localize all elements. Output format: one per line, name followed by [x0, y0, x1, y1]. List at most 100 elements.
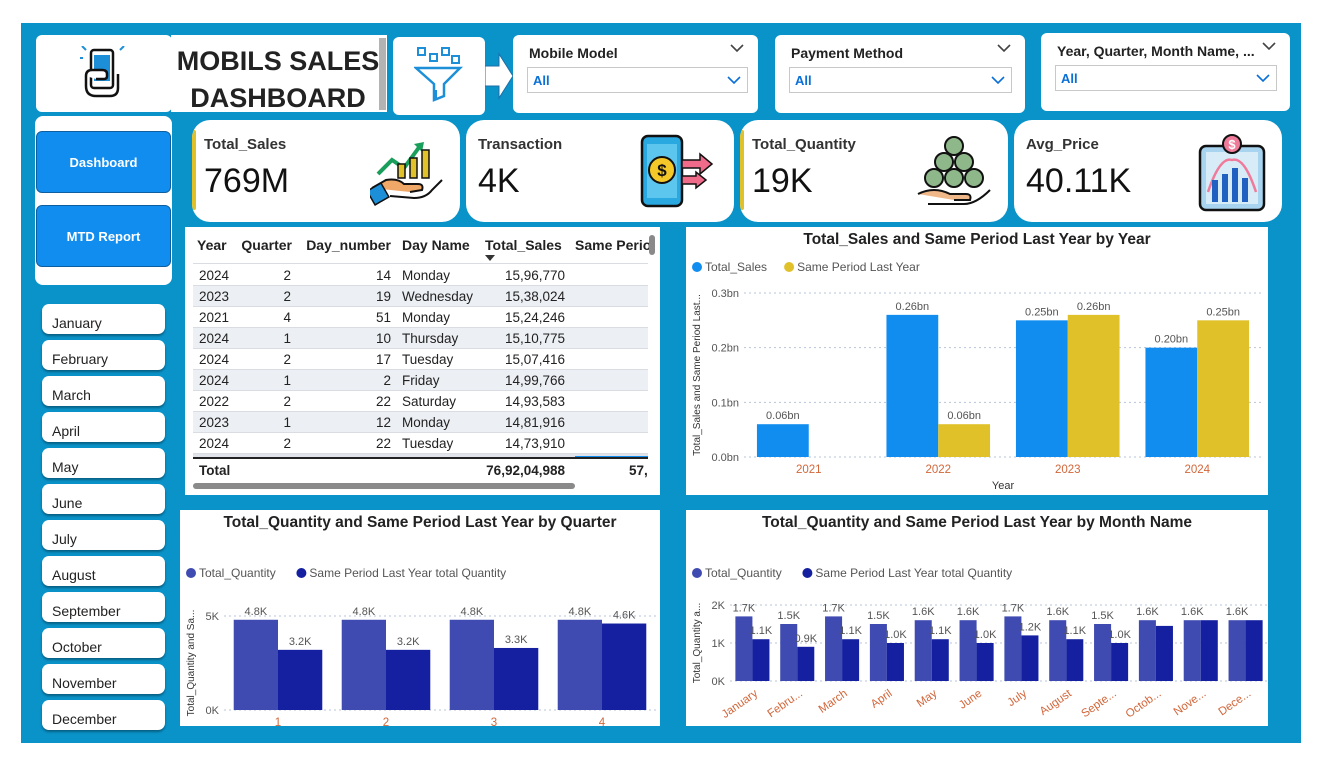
- table-total-sales: 76,92,04,988: [486, 463, 565, 478]
- chevron-down-icon: [991, 76, 1005, 85]
- month-button-december[interactable]: December: [42, 700, 165, 730]
- x-axis-title: Year: [992, 480, 1015, 492]
- chevron-down-icon[interactable]: [997, 43, 1011, 53]
- x-tick-label: 3: [491, 717, 497, 726]
- y-tick-label: 0K: [712, 676, 726, 688]
- sales-table: Year Quarter Day_number Day Name Total_Sales…: [185, 227, 660, 495]
- table-cell: 2024: [199, 352, 230, 367]
- table-cell: 15,38,024: [504, 289, 565, 304]
- bar-same-period-last-year-total-quantity: [1155, 625, 1173, 681]
- table-cell: 51: [375, 310, 391, 325]
- legend-marker: [692, 262, 702, 272]
- table-cell: 2: [383, 373, 391, 388]
- dropdown-value: All: [795, 73, 812, 88]
- month-button-june[interactable]: June: [42, 484, 165, 514]
- coins-hand-icon: [917, 136, 991, 205]
- table-cell: 2024: [199, 436, 230, 451]
- data-label: 1.5K: [867, 610, 890, 622]
- bar-total-quantity: [1183, 620, 1201, 681]
- bar-total-quantity: [233, 619, 278, 710]
- month-button-august[interactable]: August: [42, 556, 165, 586]
- mobile-model-dropdown[interactable]: All: [527, 67, 748, 93]
- nav-label: Dashboard: [69, 154, 138, 170]
- chevron-down-icon[interactable]: [1262, 41, 1276, 51]
- y-tick-label: 0K: [206, 705, 220, 717]
- table-header-quarter[interactable]: Quarter: [241, 237, 292, 253]
- page-title: MOBILS SALES DASHBOARD: [171, 43, 385, 117]
- month-button-july[interactable]: July: [42, 520, 165, 550]
- x-tick-label: August: [1038, 687, 1075, 718]
- table-cell: Saturday: [402, 394, 457, 409]
- month-button-april[interactable]: April: [42, 412, 165, 442]
- date-hierarchy-dropdown[interactable]: All: [1055, 65, 1277, 91]
- month-button-february[interactable]: February: [42, 340, 165, 370]
- table-header-same-perio[interactable]: Same Perio: [575, 237, 651, 253]
- data-label: 1.6K: [1226, 606, 1249, 618]
- chevron-down-icon[interactable]: [730, 43, 744, 53]
- table-cell: 2021: [199, 310, 230, 325]
- month-button-january[interactable]: January: [42, 304, 165, 334]
- legend-label: Total_Sales: [705, 260, 767, 274]
- table-cell: Monday: [402, 310, 451, 325]
- logo-box: [36, 35, 172, 112]
- bar-same-period-last-year-total-quantity: [976, 643, 994, 681]
- x-tick-label: January: [720, 687, 761, 720]
- table-total-divider: [193, 457, 648, 459]
- bar-total-sales: [1015, 320, 1068, 457]
- bar-same-period-last-year-total-quantity: [1111, 643, 1129, 681]
- table-cell: 1: [283, 415, 291, 430]
- data-label: 1.1K: [1063, 625, 1086, 637]
- month-button-october[interactable]: October: [42, 628, 165, 658]
- chart-quantity-by-month: Total_Quantity and Same Period Last Year…: [686, 510, 1268, 726]
- legend-marker: [296, 568, 307, 578]
- x-tick-label: 2: [383, 717, 389, 726]
- table-header-total-sales[interactable]: Total_Sales: [485, 237, 562, 253]
- table-vertical-scrollbar[interactable]: [649, 235, 655, 255]
- bar-same-period-last-year-total-quantity: [886, 643, 904, 681]
- table-cell: Monday: [402, 415, 451, 430]
- bar-same-period-last-year-total-quantity: [931, 639, 949, 681]
- dashboard-nav-button[interactable]: Dashboard: [36, 131, 171, 193]
- month-button-november[interactable]: November: [42, 664, 165, 694]
- table-cell: 2024: [199, 331, 230, 346]
- table-total-same-period: 57,: [629, 463, 648, 478]
- nav-label: MTD Report: [66, 228, 141, 244]
- data-label: 1.0K: [974, 629, 997, 641]
- data-label: 1.0K: [1108, 629, 1131, 641]
- table-total-label: Total: [199, 463, 231, 478]
- kpi-total-sales: Total_Sales 769M: [192, 120, 460, 222]
- payment-method-dropdown[interactable]: All: [789, 67, 1012, 93]
- table-header-day-number[interactable]: Day_number: [306, 237, 391, 253]
- table-cell: 2: [283, 268, 291, 283]
- table-cell: Friday: [402, 373, 440, 388]
- table-header-day-name[interactable]: Day Name: [402, 237, 470, 253]
- table-cell: 2: [283, 289, 291, 304]
- x-tick-label: Dece...: [1217, 688, 1254, 719]
- svg-text:$: $: [1228, 137, 1236, 152]
- mobile-hand-icon: [80, 46, 125, 98]
- data-label: 1.7K: [733, 602, 756, 614]
- x-tick-label: April: [869, 688, 895, 711]
- data-label: 0.26bn: [896, 301, 930, 313]
- month-button-may[interactable]: May: [42, 448, 165, 478]
- table-horizontal-scrollbar[interactable]: [193, 483, 575, 489]
- y-axis-title: Total_Quantity a...: [692, 603, 703, 684]
- svg-text:$: $: [657, 161, 667, 180]
- y-axis-title: Total_Sales and Same Period Last...: [692, 294, 703, 456]
- kpi-label: Avg_Price: [1026, 136, 1099, 153]
- table-header-year[interactable]: Year: [197, 237, 227, 253]
- table-cell: Thursday: [402, 331, 459, 346]
- mtd-report-nav-button[interactable]: MTD Report: [36, 205, 171, 267]
- table-cell: 15,24,246: [504, 310, 565, 325]
- data-label: 1.2K: [1019, 621, 1042, 633]
- table-cell: Wednesday: [402, 289, 474, 304]
- table-cell: 15,10,775: [504, 331, 565, 346]
- month-button-march[interactable]: March: [42, 376, 165, 406]
- price-chart-icon: $: [1198, 134, 1266, 212]
- filter-panel-button[interactable]: [393, 37, 485, 115]
- slicer-mobile-model: Mobile Model All: [513, 35, 758, 113]
- table-cell: 17: [375, 352, 391, 367]
- data-label: 1.5K: [777, 610, 800, 622]
- month-button-september[interactable]: September: [42, 592, 165, 622]
- y-tick-label: 0.3bn: [711, 288, 739, 300]
